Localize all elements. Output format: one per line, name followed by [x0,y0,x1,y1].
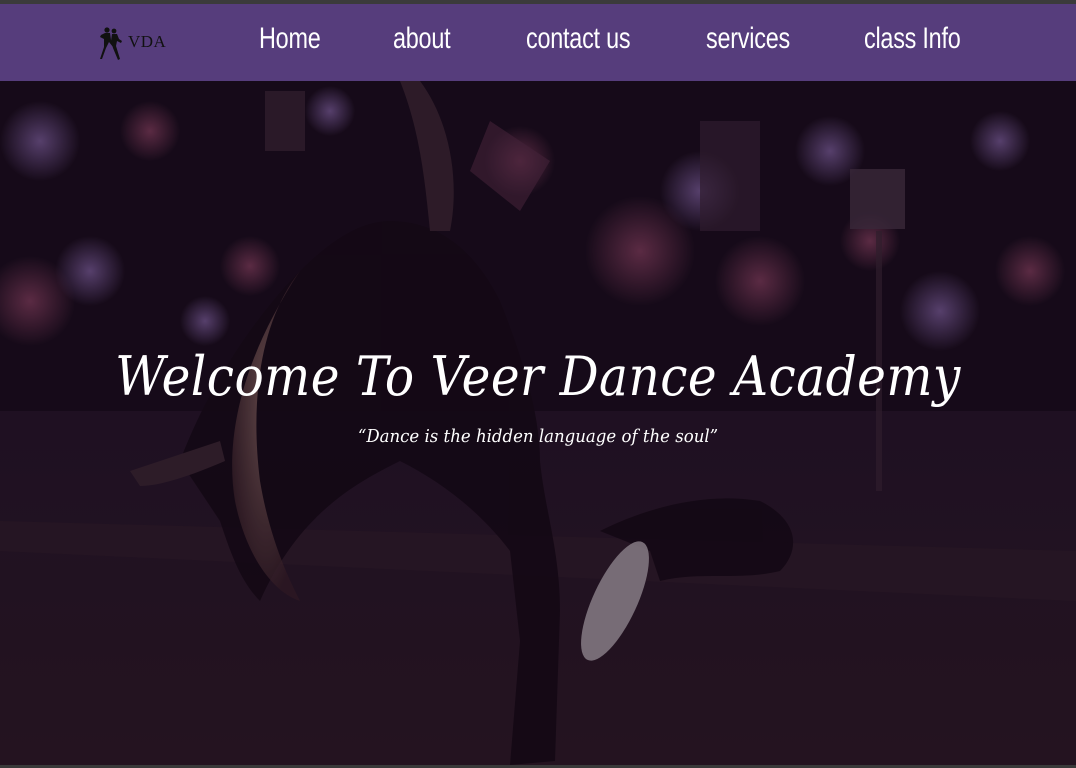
dancers-icon [100,27,122,60]
page: VDA Home about contact us services class… [0,0,1076,768]
nav-class-info[interactable]: class Info [864,22,961,56]
hero-section: Welcome To Veer Dance Academy “Dance is … [0,81,1076,765]
nav-about[interactable]: about [393,22,451,56]
nav-home[interactable]: Home [259,22,321,56]
hero-title: Welcome To Veer Dance Academy [115,345,961,408]
hero-quote: “Dance is the hidden language of the sou… [357,426,719,447]
nav-contact-us[interactable]: contact us [526,22,631,56]
logo[interactable]: VDA [96,26,166,62]
navbar: VDA Home about contact us services class… [0,4,1076,81]
nav-services[interactable]: services [706,22,790,56]
logo-text: VDA [128,32,167,51]
hero-background-image [0,81,1076,765]
